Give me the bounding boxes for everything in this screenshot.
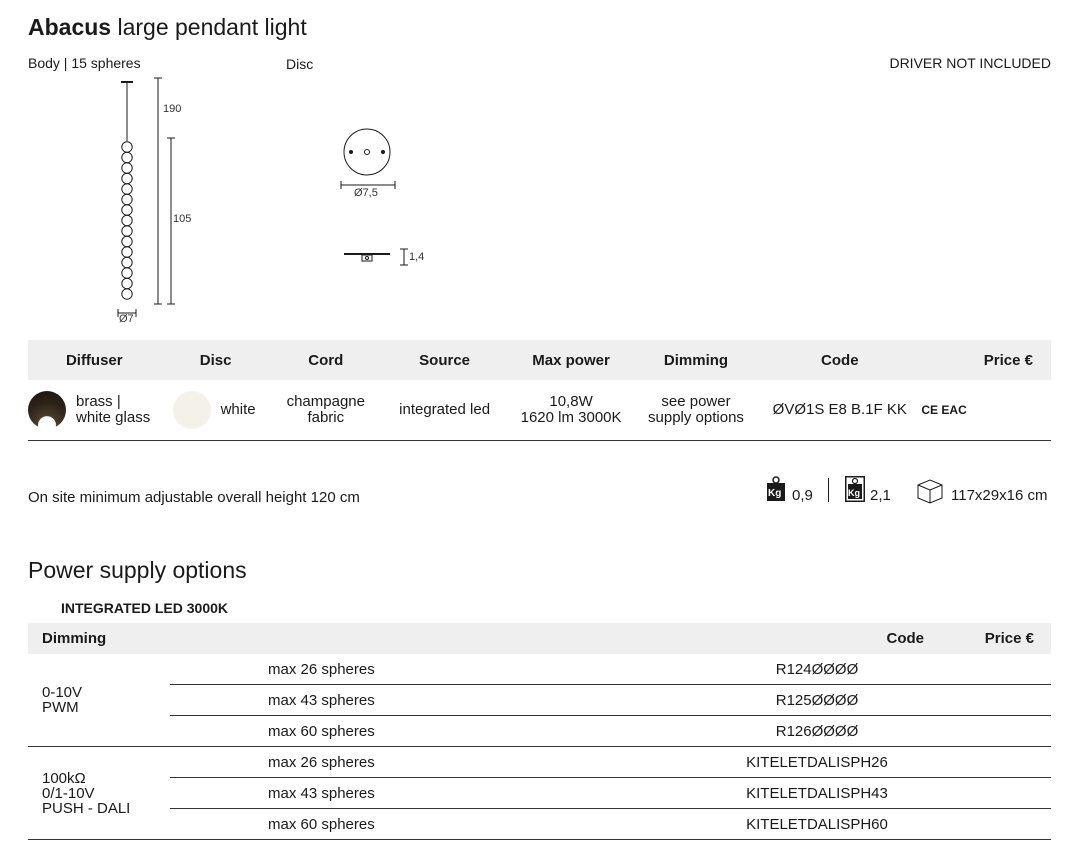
col-price: Price € — [984, 630, 1034, 647]
sphere — [121, 172, 133, 185]
box-icon — [916, 478, 944, 509]
spheres-cell: max 60 spheres — [170, 808, 600, 840]
sphere — [121, 246, 133, 258]
group-label-line: PWM — [42, 699, 79, 716]
white-swatch-icon — [172, 391, 211, 429]
sphere — [121, 141, 133, 153]
sphere-diameter-label: Ø7 — [119, 313, 134, 325]
cord-cell: champagne fabric — [270, 380, 381, 441]
power-line1: 10,8W — [549, 393, 593, 410]
height-note: On site minimum adjustable overall heigh… — [28, 489, 360, 506]
source-cell: integrated led — [380, 380, 509, 441]
sphere — [121, 151, 133, 164]
sphere — [121, 235, 133, 248]
kg-label: Kg — [768, 488, 782, 499]
cord-line2: fabric — [307, 409, 345, 426]
spheres-cell: max 43 spheres — [170, 684, 600, 716]
disc-cell: white — [160, 380, 271, 441]
spheres-cell: max 43 spheres — [170, 777, 600, 809]
certification-marks: CE EAC — [921, 380, 983, 441]
diffuser-line1: brass | — [76, 393, 121, 410]
col-source: Source — [380, 340, 509, 380]
technical-drawing — [117, 77, 408, 317]
table-row: max 60 spheres R126ØØØØ — [28, 715, 1051, 747]
code-cell: R126ØØØØ — [600, 715, 1034, 747]
code-cell: ØVØ1S E8 B.1F KK — [758, 380, 922, 441]
power-supply-heading: Power supply options — [28, 557, 247, 583]
col-dimming: Dimming — [28, 623, 170, 654]
code-cell: R125ØØØØ — [600, 684, 1034, 716]
spheres-cell: max 26 spheres — [170, 746, 600, 778]
spheres-cell: max 60 spheres — [170, 715, 600, 747]
power-supply-header: Dimming Code Price € — [28, 623, 1051, 654]
dimming-line2: supply options — [648, 409, 744, 426]
power-supply-subheading: INTEGRATED LED 3000K — [61, 600, 228, 616]
dimming-group-dali: 100kΩ 0/1-10V PUSH - DALI — [28, 746, 170, 840]
col-disc: Disc — [160, 340, 271, 380]
sphere — [121, 183, 133, 195]
sphere — [121, 193, 133, 206]
sphere — [121, 225, 133, 237]
product-table-header: Diffuser Disc Cord Source Max power Dimm… — [28, 340, 1051, 380]
table-row: max 43 spheres KITELETDALISPH43 — [28, 777, 1051, 809]
diffuser-line2: white glass — [76, 409, 151, 426]
brass-glass-swatch-icon — [28, 391, 66, 429]
diffuser-cell: brass | white glass — [28, 380, 161, 441]
dimming-group-0-10v: 0-10V PWM — [28, 654, 170, 747]
code-cell: KITELETDALISPH26 — [600, 746, 1034, 778]
net-weight: 0,9 — [792, 487, 813, 504]
sphere — [121, 256, 133, 269]
power-cell: 10,8W 1620 lm 3000K — [508, 380, 634, 441]
product-table: Diffuser Disc Cord Source Max power Dimm… — [28, 340, 1051, 441]
cord-length-label: 190 — [163, 103, 182, 115]
dimming-cell: see power supply options — [633, 380, 759, 441]
sphere — [121, 267, 133, 279]
col-code: Code — [758, 340, 922, 380]
cord-line1: champagne — [286, 393, 365, 410]
gross-weight: 2,1 — [870, 487, 891, 504]
code-cell: KITELETDALISPH60 — [600, 808, 1034, 840]
col-cord: Cord — [270, 340, 381, 380]
sphere — [121, 277, 133, 290]
power-supply-table: Dimming Code Price € 0-10V PWM max 26 sp… — [28, 623, 1051, 840]
box-size: 117x29x16 cm — [951, 487, 1048, 504]
dimming-line1: see power — [661, 393, 731, 410]
code-cell: R124ØØØØ — [600, 654, 1034, 685]
table-row: 0-10V PWM max 26 spheres R124ØØØØ — [28, 654, 1051, 747]
sphere — [121, 204, 133, 216]
power-line2: 1620 lm 3000K — [520, 409, 622, 426]
sphere — [121, 162, 133, 174]
spheres-column — [121, 141, 133, 300]
price-cell — [982, 380, 1051, 441]
kg-label: Kg — [848, 488, 860, 498]
col-diffuser: Diffuser — [28, 340, 161, 380]
disc-thickness-label: 1,4 — [409, 251, 425, 263]
col-max-power: Max power — [508, 340, 634, 380]
body-length-label: 105 — [173, 213, 192, 225]
code-cell: KITELETDALISPH43 — [600, 777, 1034, 809]
sphere — [121, 288, 133, 300]
table-row: max 60 spheres KITELETDALISPH60 — [28, 808, 1051, 840]
table-row: max 43 spheres R125ØØØØ — [28, 684, 1051, 716]
group-label-line: PUSH - DALI — [42, 799, 131, 817]
col-marks — [921, 340, 983, 380]
table-row: 100kΩ 0/1-10V PUSH - DALI max 26 spheres… — [28, 746, 1051, 840]
disc-diameter-label: Ø7,5 — [354, 187, 378, 199]
net-weight-icon: Kg — [766, 476, 786, 502]
disc-value: white — [220, 401, 256, 418]
sphere — [121, 214, 133, 227]
col-price: Price € — [982, 340, 1051, 380]
table-row: brass | white glass white champagne fabr… — [28, 380, 1051, 441]
col-dimming: Dimming — [633, 340, 759, 380]
divider — [828, 478, 829, 502]
spheres-cell: max 26 spheres — [170, 654, 600, 685]
gross-weight-icon: Kg — [845, 476, 865, 502]
col-code: Code — [886, 630, 925, 647]
